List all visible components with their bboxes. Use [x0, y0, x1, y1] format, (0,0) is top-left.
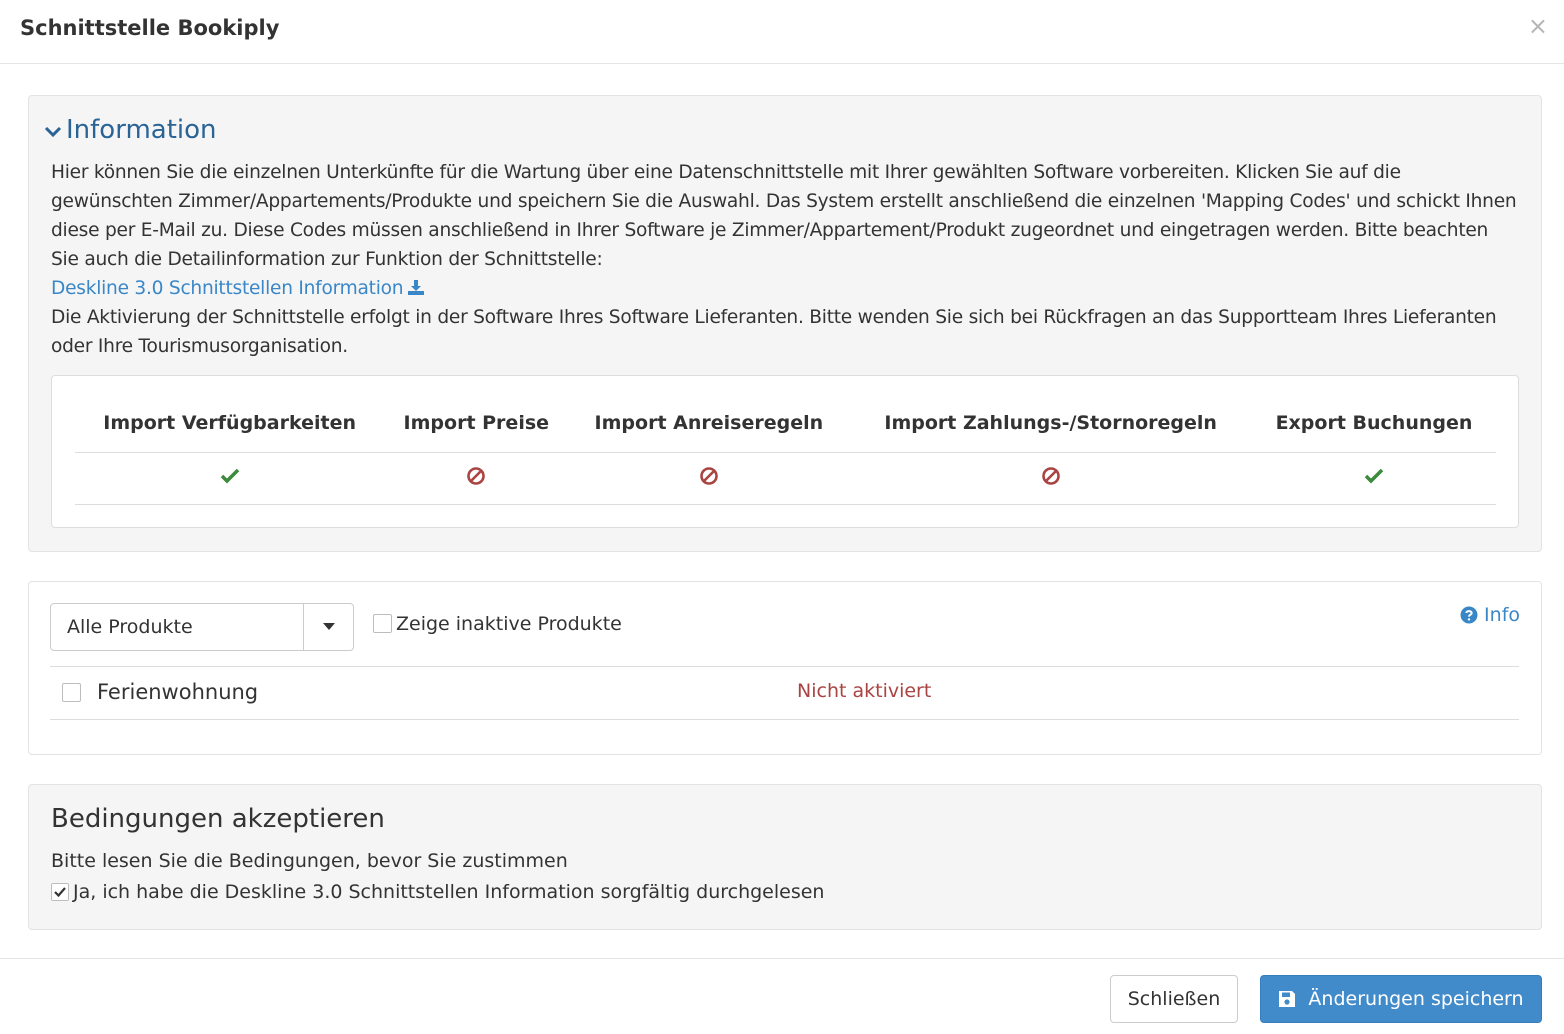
feature-header: Export Buchungen [1251, 394, 1496, 453]
footer-divider [0, 958, 1564, 959]
product-status: Nicht aktiviert [797, 680, 932, 702]
check-icon [220, 468, 239, 484]
modal-header: Schnittstelle Bookiply × [0, 0, 1564, 64]
divider [50, 666, 1519, 667]
close-button[interactable]: Schließen [1110, 975, 1238, 1023]
feature-header: Import Anreiseregeln [568, 394, 850, 453]
caret-down-icon[interactable] [303, 604, 353, 650]
download-icon [408, 280, 425, 295]
ban-icon [1041, 466, 1060, 485]
interface-modal: Schnittstelle Bookiply × Information Hie… [0, 0, 1564, 1034]
terms-checkbox[interactable] [51, 882, 69, 901]
activation-paragraph: Die Aktivierung der Schnittstelle erfolg… [51, 307, 1497, 357]
feature-header: Import Verfügbarkeiten [75, 394, 385, 453]
feature-table-box: Import Verfügbarkeiten Import Preise Imp… [51, 375, 1519, 528]
terms-text: Bitte lesen Sie die Bedingungen, bevor S… [51, 850, 568, 872]
show-inactive-checkbox[interactable] [373, 614, 392, 633]
chevron-down-icon [44, 116, 66, 146]
feature-header: Import Zahlungs-/Stornoregeln [849, 394, 1252, 453]
checkmark-icon [54, 886, 66, 897]
product-filter-value: Alle Produkte [67, 616, 193, 638]
floppy-disk-icon [1279, 991, 1296, 1007]
save-button-label: Änderungen speichern [1308, 988, 1524, 1010]
close-icon[interactable]: × [1528, 14, 1548, 38]
ban-icon [700, 466, 718, 485]
information-text: Hier können Sie die einzelnen Unterkünft… [51, 158, 1521, 361]
terms-title: Bedingungen akzeptieren [51, 804, 385, 834]
ban-icon [467, 466, 486, 485]
save-button[interactable]: Änderungen speichern [1260, 975, 1542, 1023]
information-heading: Information [66, 115, 217, 145]
show-inactive-toggle[interactable]: Zeige inaktive Produkte [373, 612, 622, 635]
info-link-label: Info [1484, 604, 1521, 626]
info-link[interactable]: Info [1460, 604, 1520, 626]
feature-table: Import Verfügbarkeiten Import Preise Imp… [75, 394, 1496, 505]
show-inactive-label: Zeige inaktive Produkte [396, 612, 622, 635]
product-row-checkbox[interactable] [62, 683, 81, 702]
product-filter-select[interactable]: Alle Produkte [50, 603, 354, 651]
divider [50, 719, 1519, 720]
terms-accept[interactable]: Ja, ich habe die Deskline 3.0 Schnittste… [51, 880, 824, 903]
information-paragraph: Hier können Sie die einzelnen Unterkünft… [51, 162, 1517, 270]
modal-title: Schnittstelle Bookiply [20, 16, 280, 40]
product-name: Ferienwohnung [97, 680, 259, 704]
check-icon [1364, 468, 1384, 484]
documentation-link[interactable]: Deskline 3.0 Schnittstellen Information [51, 278, 425, 299]
information-toggle[interactable]: Information [44, 115, 217, 146]
terms-checkbox-label: Ja, ich habe die Deskline 3.0 Schnittste… [73, 880, 825, 903]
feature-header: Import Preise [384, 394, 569, 453]
documentation-link-label: Deskline 3.0 Schnittstellen Information [51, 278, 404, 299]
question-circle-icon [1460, 606, 1478, 624]
